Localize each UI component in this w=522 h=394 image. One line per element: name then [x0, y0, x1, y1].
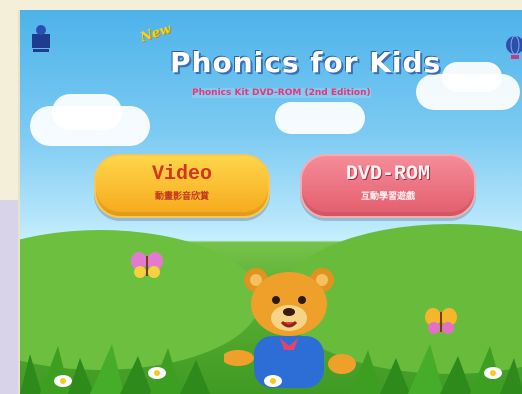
butterfly-icon	[131, 252, 163, 278]
flower-icon	[264, 375, 282, 387]
cloud	[442, 62, 502, 92]
flower-icon	[484, 367, 502, 379]
video-button-subtitle: 動畫影音欣賞	[154, 192, 209, 202]
title-new-badge: New	[138, 21, 173, 46]
dvd-rom-button-label: DVD-ROM	[345, 163, 430, 186]
globe-icon	[506, 35, 522, 59]
butterfly-icon	[425, 308, 457, 334]
cloud	[52, 94, 122, 130]
cloud	[275, 102, 365, 134]
flower-icon	[54, 375, 72, 387]
app-title: Phonics for Kids	[170, 46, 442, 79]
video-button[interactable]: Video 動畫影音欣賞	[94, 154, 270, 218]
app-subtitle: Phonics Kit DVD-ROM (2nd Edition)	[192, 88, 371, 98]
flower-icon	[148, 367, 166, 379]
app-stage: New Phonics for Kids Phonics Kit DVD-ROM…	[18, 10, 522, 394]
publisher-logo-icon	[32, 25, 50, 52]
dvd-rom-button[interactable]: DVD-ROM 互動學習遊戲	[300, 154, 476, 218]
dvd-rom-button-subtitle: 互動學習遊戲	[360, 192, 415, 202]
video-button-label: Video	[151, 163, 212, 186]
